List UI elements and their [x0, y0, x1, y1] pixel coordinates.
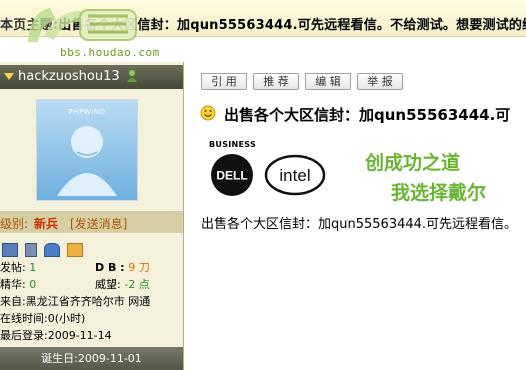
profile-card-icon[interactable]: [2, 242, 18, 257]
document-icon[interactable]: [25, 242, 38, 257]
ad-business-label: BUSINESS: [209, 140, 257, 149]
db-label: D B :: [95, 261, 125, 274]
dell-logo-text: DELL: [216, 169, 247, 183]
smiley-icon: [200, 105, 216, 121]
posts-label: 发帖:: [0, 261, 26, 274]
topic-title-label: 本页主题:: [0, 18, 59, 33]
intel-logo-text: intel: [279, 166, 310, 185]
level-value: 新兵: [34, 217, 59, 231]
edit-button[interactable]: 编 辑: [305, 73, 351, 90]
topic-title: 本页主题:出售各个大区信封：加qun55563444.可先远程看信。不给测试。想…: [0, 14, 526, 33]
intel-logo-icon: intel: [264, 154, 326, 196]
recommend-button[interactable]: 推 荐: [253, 73, 299, 90]
elite-value: 0: [29, 278, 37, 291]
post-body: 出售各个大区信封：加qun55563444.可先远程看信。: [201, 217, 518, 232]
prestige-value: -2 点: [124, 278, 150, 291]
topic-title-bar: 本页主题:出售各个大区信封：加qun55563444.可先远程看信。不给测试。想…: [0, 0, 526, 37]
quote-button[interactable]: 引 用: [201, 73, 247, 90]
avatar[interactable]: PHPWIND: [36, 99, 138, 201]
prestige-label: 威望:: [95, 278, 121, 291]
report-button[interactable]: 举 报: [357, 73, 403, 90]
db-value: 9 刀: [128, 261, 150, 274]
user-level-row: 级别: 新兵 [发送消息]: [0, 211, 183, 233]
post-title-text: 出售各个大区信封：加qun55563444.可: [224, 106, 511, 124]
send-message-link[interactable]: [发送消息]: [70, 215, 127, 232]
user-location: 来自:黑龙江省齐齐哈尔市 网通: [0, 295, 151, 308]
add-friend-icon[interactable]: [44, 242, 61, 257]
level-label: 级别:: [0, 217, 29, 231]
ad-slogan-line2: 我选择戴尔: [391, 182, 487, 204]
username-link[interactable]: hackzuoshou13: [18, 69, 120, 84]
topic-title-text: 出售各个大区信封：加qun55563444.可先远程看信。不给测试。想要测试的绕…: [58, 18, 526, 33]
elite-label: 精华:: [0, 278, 26, 291]
ad-slogan-line1: 创成功之道: [365, 152, 461, 174]
username-bar: hackzuoshou13: [0, 65, 183, 89]
birthday-bar: 诞生日:2009-11-01: [0, 347, 183, 370]
last-login: 最后登录:2009-11-14: [0, 329, 112, 342]
user-profile-panel: hackzuoshou13 PHPWIND 级别: 新兵 [发送消息] 发帖: …: [0, 62, 184, 370]
posts-value: 1: [29, 261, 37, 274]
user-action-icons: [2, 239, 85, 257]
message-icon[interactable]: [67, 242, 84, 257]
watermark-domain: bbs.houdao.com: [60, 46, 160, 59]
online-time: 在线时间:0(小时): [0, 312, 86, 325]
dell-logo-icon: DELL: [211, 154, 253, 196]
online-user-icon: [127, 70, 137, 82]
collapse-arrow-icon[interactable]: [4, 73, 14, 80]
